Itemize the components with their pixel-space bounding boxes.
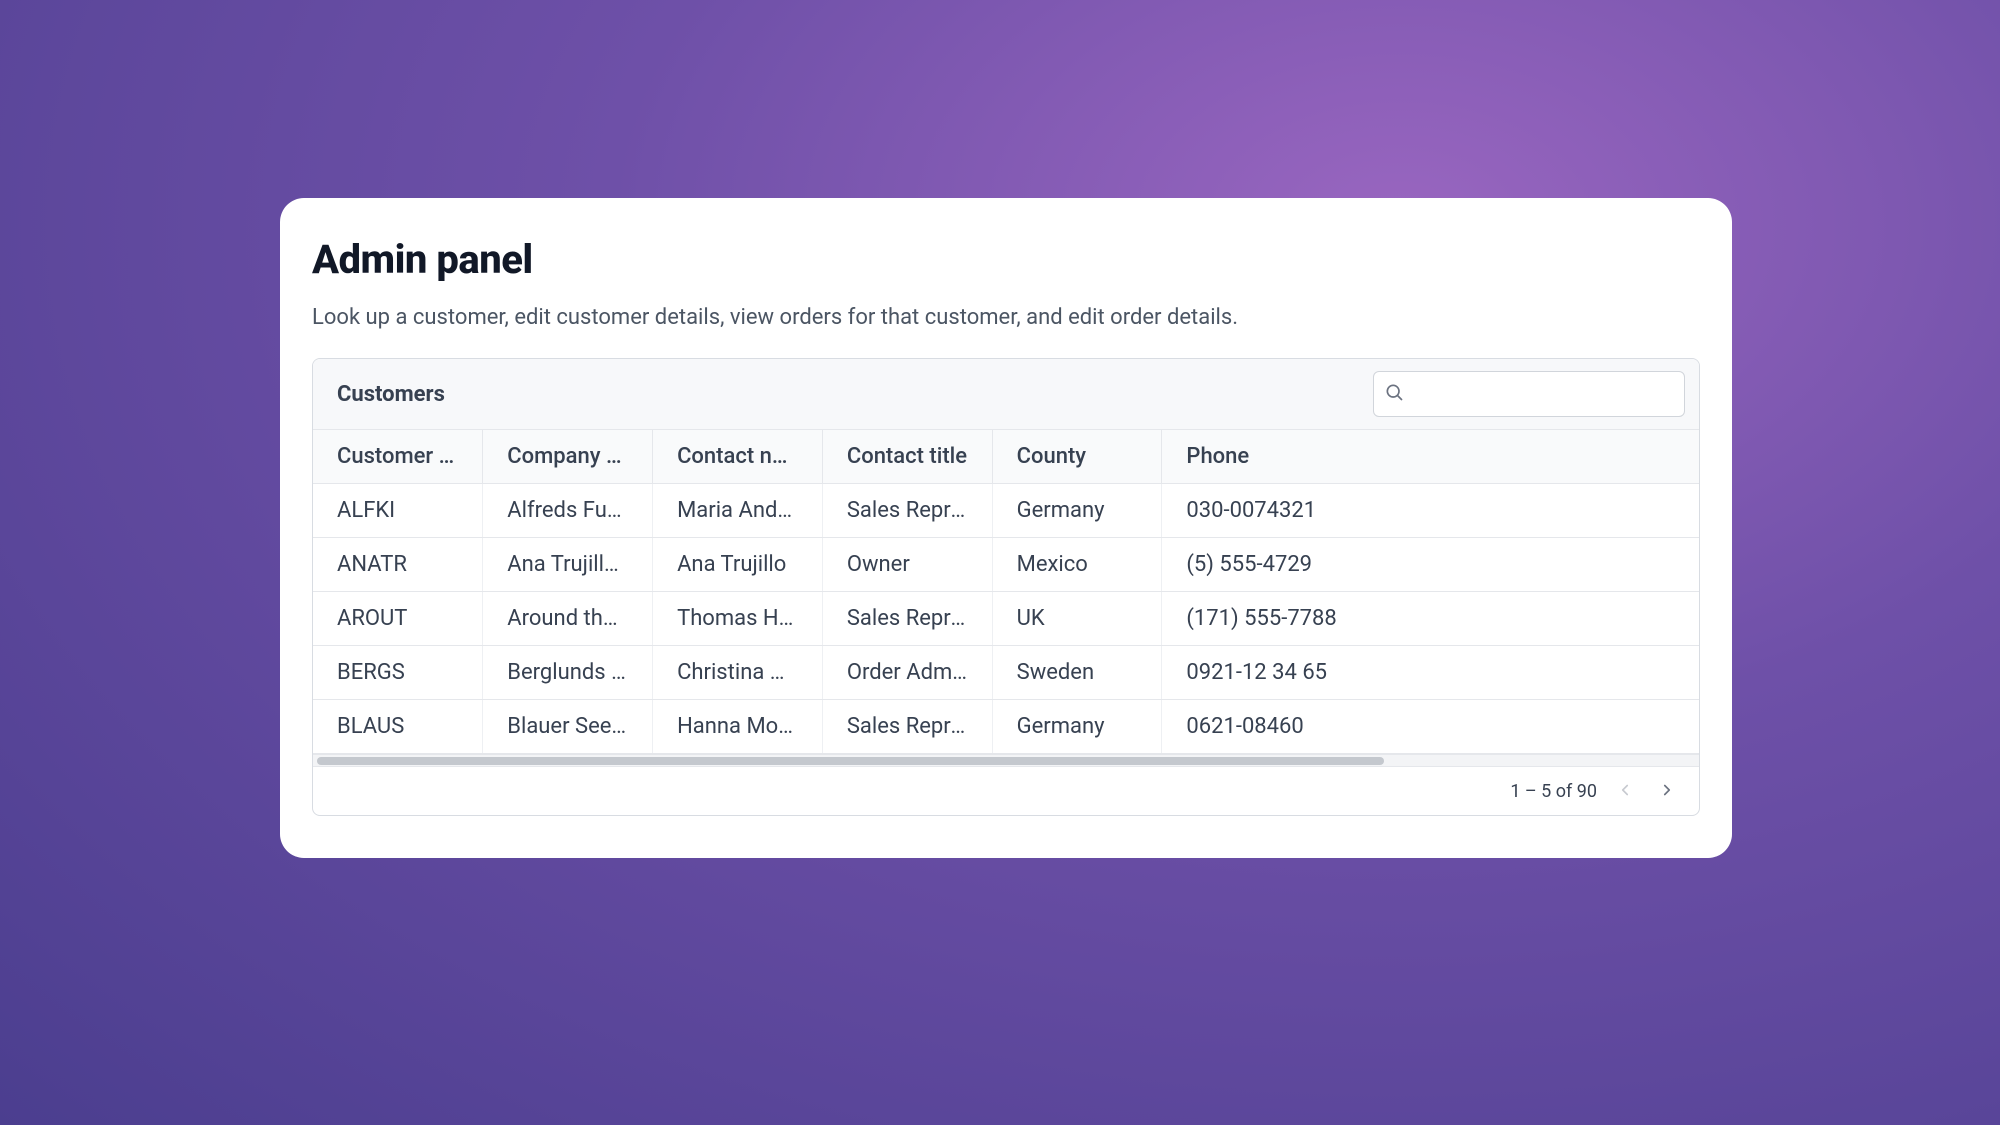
cell-county: Mexico [992, 538, 1162, 592]
column-header[interactable]: Contact name [653, 430, 823, 484]
column-header[interactable]: Customer ID [313, 430, 483, 484]
cell-company: Blauer See Delikatessen [483, 700, 653, 754]
cell-county: Germany [992, 700, 1162, 754]
cell-title: Order Administrator [822, 646, 992, 700]
customers-grid: Customers Customer IDCompany nameContact… [312, 358, 1700, 816]
table-row[interactable]: ANATRAna Trujillo Emparedados y heladosA… [313, 538, 1699, 592]
cell-id: ANATR [313, 538, 483, 592]
table-row[interactable]: BERGSBerglunds snabbköpChristina Berglun… [313, 646, 1699, 700]
grid-footer: 1 – 5 of 90 [313, 766, 1699, 815]
cell-phone: 030-0074321 [1162, 484, 1699, 538]
cell-contact: Thomas Hardy [653, 592, 823, 646]
cell-company: Around the Horn [483, 592, 653, 646]
grid-toolbar: Customers [313, 359, 1699, 430]
cell-contact: Maria Anders [653, 484, 823, 538]
prev-page-button[interactable] [1611, 777, 1639, 805]
table-header-row: Customer IDCompany nameContact nameConta… [313, 430, 1699, 484]
cell-id: ALFKI [313, 484, 483, 538]
cell-county: Germany [992, 484, 1162, 538]
cell-county: Sweden [992, 646, 1162, 700]
grid-title: Customers [337, 382, 445, 407]
search-input[interactable] [1412, 384, 1674, 405]
cell-title: Owner [822, 538, 992, 592]
cell-id: BERGS [313, 646, 483, 700]
customers-table: Customer IDCompany nameContact nameConta… [313, 430, 1699, 754]
horizontal-scrollbar[interactable] [313, 754, 1699, 766]
column-header[interactable]: County [992, 430, 1162, 484]
table-row[interactable]: AROUTAround the HornThomas HardySales Re… [313, 592, 1699, 646]
cell-id: AROUT [313, 592, 483, 646]
cell-phone: 0921-12 34 65 [1162, 646, 1699, 700]
search-icon [1384, 382, 1404, 406]
cell-phone: (5) 555-4729 [1162, 538, 1699, 592]
next-page-button[interactable] [1653, 777, 1681, 805]
cell-contact: Hanna Moos [653, 700, 823, 754]
table-row[interactable]: ALFKIAlfreds FutterkisteMaria AndersSale… [313, 484, 1699, 538]
page-subtitle: Look up a customer, edit customer detail… [312, 305, 1700, 330]
admin-panel-card: Admin panel Look up a customer, edit cus… [280, 198, 1732, 858]
chevron-left-icon [1616, 781, 1634, 802]
cell-title: Sales Representative [822, 700, 992, 754]
cell-title: Sales Representative [822, 484, 992, 538]
cell-phone: 0621-08460 [1162, 700, 1699, 754]
cell-contact: Christina Berglund [653, 646, 823, 700]
cell-id: BLAUS [313, 700, 483, 754]
cell-company: Alfreds Futterkiste [483, 484, 653, 538]
cell-contact: Ana Trujillo [653, 538, 823, 592]
cell-phone: (171) 555-7788 [1162, 592, 1699, 646]
scrollbar-thumb[interactable] [317, 757, 1384, 765]
chevron-right-icon [1658, 781, 1676, 802]
column-header[interactable]: Company name [483, 430, 653, 484]
table-row[interactable]: BLAUSBlauer See DelikatessenHanna MoosSa… [313, 700, 1699, 754]
search-box[interactable] [1373, 371, 1685, 417]
column-header[interactable]: Contact title [822, 430, 992, 484]
cell-company: Berglunds snabbköp [483, 646, 653, 700]
cell-county: UK [992, 592, 1162, 646]
page-title: Admin panel [312, 236, 1700, 283]
cell-title: Sales Representative [822, 592, 992, 646]
cell-company: Ana Trujillo Emparedados y helados [483, 538, 653, 592]
pagination-range: 1 – 5 of 90 [1510, 781, 1597, 802]
column-header[interactable]: Phone [1162, 430, 1699, 484]
